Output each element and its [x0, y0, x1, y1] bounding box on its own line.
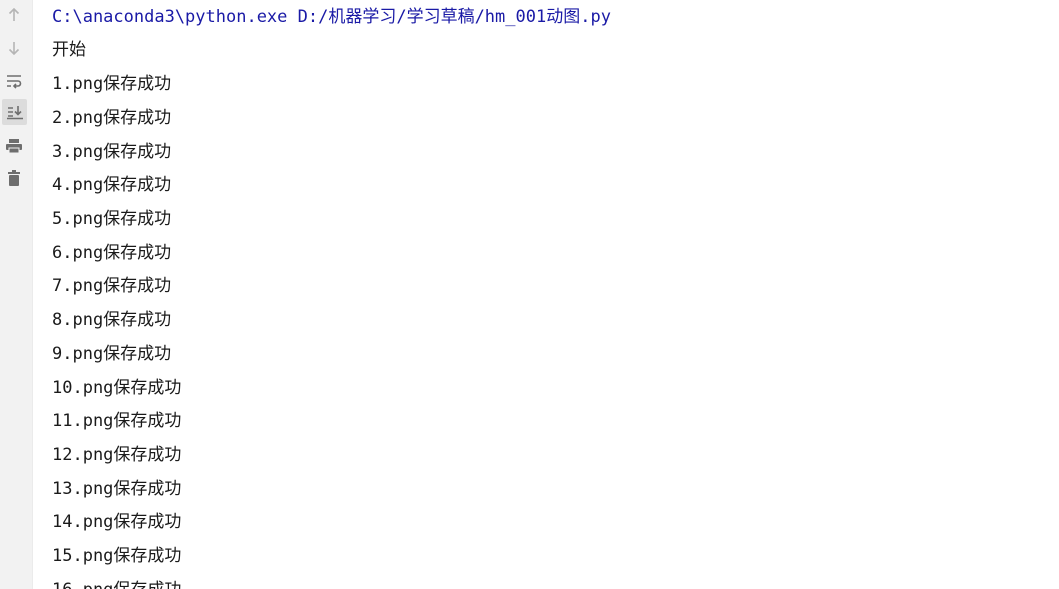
soft-wrap-icon [5, 73, 23, 89]
console-line: 3.png保存成功 [52, 142, 172, 162]
console-line: 5.png保存成功 [52, 209, 172, 229]
console-line: 7.png保存成功 [52, 276, 172, 296]
print-icon [5, 138, 23, 154]
console-line: 11.png保存成功 [52, 411, 182, 431]
arrow-down-icon [7, 40, 21, 56]
console-line: 16.png保存成功 [52, 573, 181, 589]
console-line: 8.png保存成功 [52, 310, 172, 330]
trash-icon [6, 169, 22, 187]
console-line: 9.png保存成功 [52, 344, 172, 364]
console-line: 2.png保存成功 [52, 108, 172, 128]
console-line: 10.png保存成功 [52, 378, 182, 398]
console-line: 4.png保存成功 [52, 175, 172, 195]
console-line: 12.png保存成功 [52, 445, 182, 465]
console-line: 开始 [52, 40, 86, 60]
down-stack-trace-button[interactable] [4, 35, 24, 61]
console-output[interactable]: C:\anaconda3\python.exe D:/机器学习/学习草稿/hm_… [52, 0, 1059, 589]
console-line: 14.png保存成功 [52, 512, 182, 532]
run-command-line: C:\anaconda3\python.exe D:/机器学习/学习草稿/hm_… [52, 7, 611, 27]
console-line: 6.png保存成功 [52, 243, 172, 263]
console-line: 15.png保存成功 [52, 546, 182, 566]
clear-all-button[interactable] [4, 165, 24, 191]
up-stack-trace-button[interactable] [4, 2, 24, 28]
console-toolbar [0, 0, 33, 589]
print-button[interactable] [4, 133, 24, 159]
arrow-up-icon [7, 7, 21, 23]
scroll-to-end-button[interactable] [2, 99, 27, 125]
console-line: 13.png保存成功 [52, 479, 182, 499]
scroll-to-end-icon [6, 104, 24, 120]
soft-wrap-button[interactable] [4, 68, 24, 94]
console-line: 1.png保存成功 [52, 74, 172, 94]
